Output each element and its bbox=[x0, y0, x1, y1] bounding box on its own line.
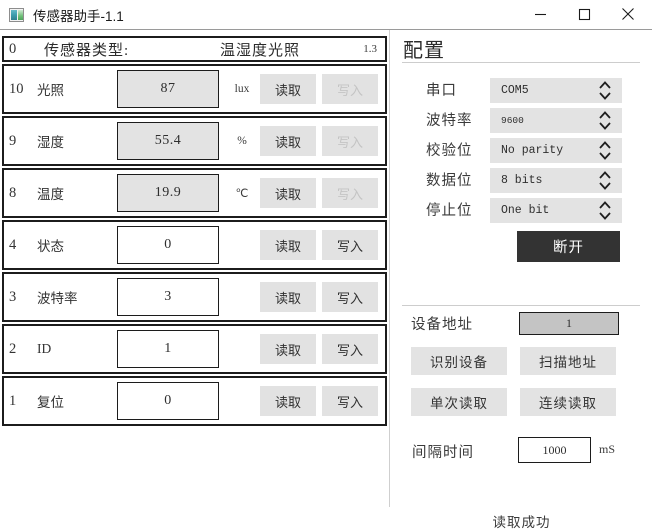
read-button[interactable]: 读取 bbox=[260, 282, 316, 312]
table-row: 10 光照 87 lux 读取 写入 bbox=[2, 64, 387, 114]
serial-port-select[interactable]: COM5 bbox=[490, 78, 622, 103]
row-label: 复位 bbox=[37, 395, 64, 410]
row-value-field[interactable]: 0 bbox=[117, 226, 219, 264]
chevron-updown-icon[interactable] bbox=[598, 111, 612, 130]
table-row: 1 复位 0 读取 写入 bbox=[2, 376, 387, 426]
serial-port-row: 串口 COM5 bbox=[402, 78, 640, 103]
parity-select[interactable]: No parity bbox=[490, 138, 622, 163]
stop-bits-value: One bit bbox=[501, 204, 550, 217]
row-index: 9 bbox=[9, 132, 17, 149]
stop-bits-row: 停止位 One bit bbox=[402, 198, 640, 223]
row-value-field[interactable]: 87 bbox=[117, 70, 219, 108]
row-unit: ℃ bbox=[235, 188, 249, 200]
write-button[interactable]: 写入 bbox=[322, 386, 378, 416]
read-button[interactable]: 读取 bbox=[260, 74, 316, 104]
sensor-type-value: 温湿度光照 bbox=[220, 42, 301, 59]
row-label: 状态 bbox=[37, 239, 64, 254]
app-image-icon bbox=[9, 7, 24, 22]
serial-port-value: COM5 bbox=[501, 84, 529, 97]
data-bits-row: 数据位 8 bits bbox=[402, 168, 640, 193]
device-address-field[interactable]: 1 bbox=[519, 312, 619, 335]
read-button[interactable]: 读取 bbox=[260, 386, 316, 416]
parity-row: 校验位 No parity bbox=[402, 138, 640, 163]
stop-bits-label: 停止位 bbox=[426, 203, 473, 219]
row-index: 3 bbox=[9, 288, 17, 305]
row-unit: lux bbox=[234, 83, 250, 95]
interval-unit: mS bbox=[599, 442, 616, 456]
config-title: 配置 bbox=[403, 40, 445, 62]
maximize-icon bbox=[578, 8, 590, 20]
read-button[interactable]: 读取 bbox=[260, 126, 316, 156]
data-bits-label: 数据位 bbox=[426, 173, 473, 189]
write-button[interactable]: 写入 bbox=[322, 282, 378, 312]
data-bits-value: 8 bits bbox=[501, 174, 543, 187]
row-label: ID bbox=[37, 341, 52, 356]
row-value-field[interactable]: 19.9 bbox=[117, 174, 219, 212]
stop-bits-select[interactable]: One bit bbox=[490, 198, 622, 223]
firmware-version: 1.3 bbox=[363, 43, 377, 55]
table-row: 8 温度 19.9 ℃ 读取 写入 bbox=[2, 168, 387, 218]
write-button: 写入 bbox=[322, 126, 378, 156]
parity-label: 校验位 bbox=[426, 143, 473, 159]
close-button[interactable] bbox=[606, 0, 650, 28]
configuration-panel: 配置 串口 COM5 波特率 9600 校验位 No parity 数据位 8 … bbox=[389, 30, 652, 530]
row-index: 2 bbox=[9, 340, 17, 357]
disconnect-button[interactable]: 断开 bbox=[517, 231, 620, 262]
table-row: 3 波特率 3 读取 写入 bbox=[2, 272, 387, 322]
chevron-updown-icon[interactable] bbox=[598, 171, 612, 190]
header-label: 传感器类型: bbox=[44, 42, 130, 59]
table-row: 9 湿度 55.4 % 读取 写入 bbox=[2, 116, 387, 166]
minimize-icon bbox=[534, 13, 546, 15]
device-address-label: 设备地址 bbox=[411, 317, 473, 333]
baud-rate-label: 波特率 bbox=[426, 113, 473, 129]
read-button[interactable]: 读取 bbox=[260, 230, 316, 260]
table-row: 2 ID 1 读取 写入 bbox=[2, 324, 387, 374]
chevron-updown-icon[interactable] bbox=[598, 141, 612, 160]
sensor-register-panel: 0 传感器类型: 温湿度光照 1.3 10 光照 87 lux 读取 写入 9 … bbox=[2, 36, 387, 428]
sensor-type-header: 0 传感器类型: 温湿度光照 1.3 bbox=[2, 36, 387, 62]
write-button: 写入 bbox=[322, 178, 378, 208]
row-index: 10 bbox=[9, 80, 24, 97]
divider-middle bbox=[402, 305, 640, 306]
baud-rate-row: 波特率 9600 bbox=[402, 108, 640, 133]
read-continuous-button[interactable]: 连续读取 bbox=[520, 388, 616, 416]
chevron-updown-icon[interactable] bbox=[598, 81, 612, 100]
divider-top bbox=[402, 62, 640, 63]
row-index: 8 bbox=[9, 184, 17, 201]
identify-device-button[interactable]: 识别设备 bbox=[411, 347, 507, 375]
window-title: 传感器助手-1.1 bbox=[33, 8, 124, 24]
row-index: 4 bbox=[9, 236, 17, 253]
read-once-button[interactable]: 单次读取 bbox=[411, 388, 507, 416]
minimize-button[interactable] bbox=[518, 0, 562, 28]
scan-address-button[interactable]: 扫描地址 bbox=[520, 347, 616, 375]
row-value-field[interactable]: 0 bbox=[117, 382, 219, 420]
row-label: 波特率 bbox=[37, 291, 78, 306]
row-value-field[interactable]: 3 bbox=[117, 278, 219, 316]
row-value-field[interactable]: 1 bbox=[117, 330, 219, 368]
row-label: 温度 bbox=[37, 187, 64, 202]
row-label: 光照 bbox=[37, 83, 64, 98]
serial-port-label: 串口 bbox=[426, 83, 457, 99]
row-label: 湿度 bbox=[37, 135, 64, 150]
baud-rate-select[interactable]: 9600 bbox=[490, 108, 622, 133]
close-icon bbox=[622, 8, 634, 20]
interval-label: 间隔时间 bbox=[412, 445, 474, 461]
read-button[interactable]: 读取 bbox=[260, 178, 316, 208]
parity-value: No parity bbox=[501, 144, 564, 157]
baud-rate-value: 9600 bbox=[501, 115, 524, 126]
write-button[interactable]: 写入 bbox=[322, 334, 378, 364]
chevron-updown-icon[interactable] bbox=[598, 201, 612, 220]
row-unit: % bbox=[237, 135, 247, 147]
maximize-button[interactable] bbox=[562, 0, 606, 28]
row-index: 1 bbox=[9, 392, 17, 409]
row-value-field[interactable]: 55.4 bbox=[117, 122, 219, 160]
write-button: 写入 bbox=[322, 74, 378, 104]
interval-input[interactable]: 1000 bbox=[518, 437, 591, 463]
header-index: 0 bbox=[9, 40, 17, 57]
data-bits-select[interactable]: 8 bits bbox=[490, 168, 622, 193]
write-button[interactable]: 写入 bbox=[322, 230, 378, 260]
read-button[interactable]: 读取 bbox=[260, 334, 316, 364]
table-row: 4 状态 0 读取 写入 bbox=[2, 220, 387, 270]
status-message: 读取成功 bbox=[492, 515, 551, 530]
